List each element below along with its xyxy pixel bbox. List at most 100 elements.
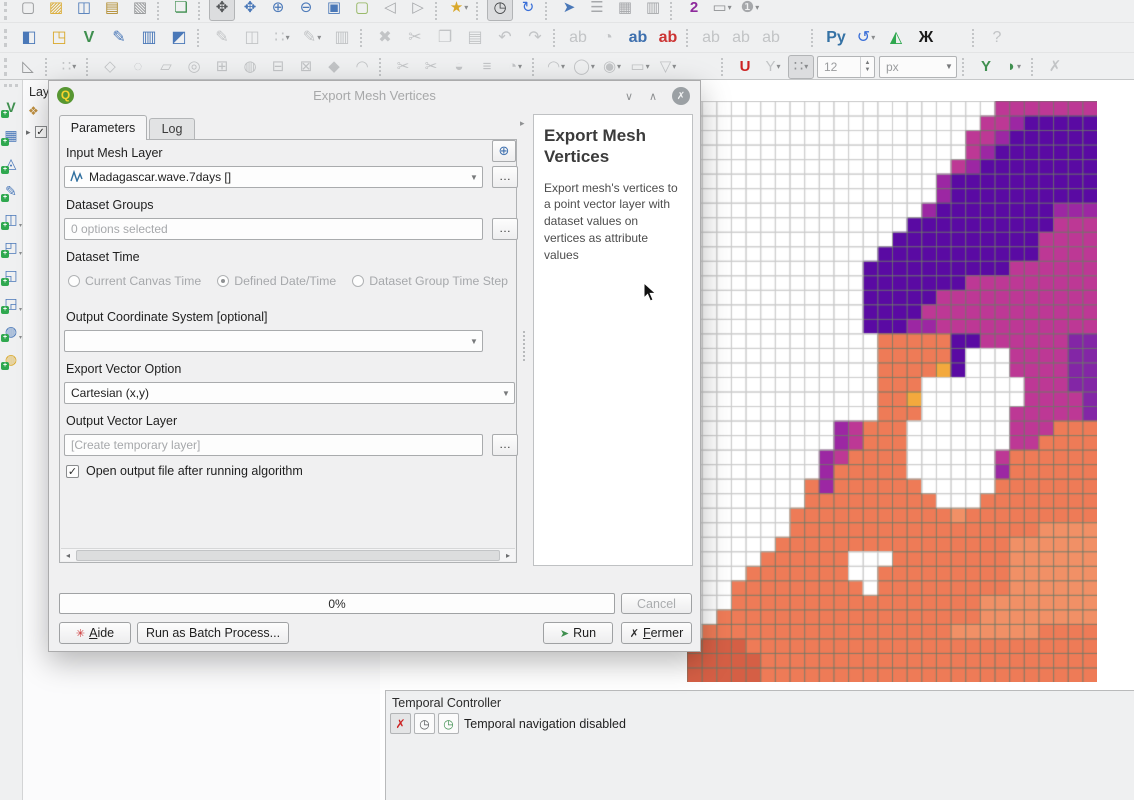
add-postgis-layer[interactable]: ◫+▾ (1, 207, 21, 231)
open-field-calculator[interactable]: ▥ (640, 0, 666, 21)
help-button[interactable]: ✳ Aide (59, 622, 131, 644)
run-button[interactable]: ➤ Run (543, 622, 613, 644)
layers-filter-icon[interactable]: ❖ (28, 104, 39, 118)
toolbar-grip[interactable] (4, 58, 11, 76)
temporal-navigation-off[interactable]: ✗ (390, 713, 411, 734)
dataset-groups-field[interactable]: 0 options selected (64, 218, 483, 240)
toolbar-grip[interactable] (4, 29, 11, 47)
new-virtual-layer[interactable]: ◩ (165, 25, 193, 51)
scrollbar-thumb[interactable] (76, 550, 500, 561)
splitter-handle[interactable] (523, 331, 527, 361)
spinner-arrows-icon[interactable]: ▲▼ (860, 57, 874, 77)
run-as-batch-button[interactable]: Run as Batch Process... (137, 622, 289, 644)
zoom-next[interactable]: ▷ (405, 0, 431, 21)
pin-labels[interactable]: ab (624, 25, 652, 51)
radio-defined-date-time: Defined Date/Time (217, 274, 336, 288)
statistical-summary[interactable]: ☰ (584, 0, 610, 21)
project-open[interactable]: ▨ (43, 0, 69, 21)
delete-part: ⊠ (293, 55, 319, 79)
new-geopackage-layer[interactable]: ◳ (45, 25, 73, 51)
export-vector-option-combo[interactable]: Cartesian (x,y) ▼ (64, 382, 515, 404)
close-window-button[interactable]: ✗ (672, 87, 690, 105)
add-raster-layer[interactable]: ▦+ (1, 123, 21, 147)
tree-expander-icon[interactable]: ▸ (26, 127, 31, 138)
temporal-animated[interactable]: ◷ (438, 713, 459, 734)
identify-features[interactable]: ➤ (556, 0, 582, 21)
temporal-fixed-range-icon: ◷ (419, 717, 429, 731)
snap-unit-combo[interactable]: px▼ (879, 56, 957, 78)
add-wms-layer[interactable]: ◍+▾ (1, 319, 21, 343)
add-mesh-layer[interactable]: ◬+ (1, 151, 21, 175)
output-crs-combo[interactable]: ▼ (64, 330, 483, 352)
tab-log[interactable]: Log (149, 118, 195, 140)
help-panel-collapse-arrow[interactable]: ▸ (520, 118, 525, 129)
chevron-down-icon: ▼ (942, 62, 956, 71)
open-data-source-manager[interactable]: ◧ (15, 25, 43, 51)
map-tips[interactable]: ❶▾ (737, 0, 763, 21)
enable-snapping[interactable]: U (732, 55, 758, 79)
processing-history[interactable]: ↺▾ (852, 25, 880, 51)
export-vector-option-value: Cartesian (x,y) (65, 386, 498, 400)
refresh-map[interactable]: ↻ (515, 0, 541, 21)
add-oracle-layer[interactable]: ◲+▾ (1, 291, 21, 315)
zoom-out[interactable]: ⊖ (293, 0, 319, 21)
pan-map[interactable]: ✥ (209, 0, 235, 21)
pan-to-selection[interactable]: ✥ (237, 0, 263, 21)
decorations[interactable]: 2 (681, 0, 707, 21)
add-xyz-layer[interactable]: ◍+ (1, 347, 21, 371)
tab-parameters[interactable]: Parameters (59, 115, 147, 140)
add-plus-badge-icon: + (1, 306, 9, 314)
first-aid-debug[interactable]: Ж (912, 25, 940, 51)
topological-editing[interactable]: Y (973, 55, 999, 79)
snap-tolerance-spin[interactable]: 12▲▼ (817, 56, 875, 78)
add-delimited-text-layer[interactable]: ✎+ (1, 179, 21, 203)
dialog-titlebar[interactable]: Q Export Mesh Vertices ∨ ∧ ✗ (49, 81, 700, 111)
new-spatialite-layer[interactable]: ✎ (105, 25, 133, 51)
new-spatial-bookmark[interactable]: ★▾ (446, 0, 472, 21)
add-vector-layer[interactable]: V+ (1, 95, 21, 119)
project-save[interactable]: ◫ (71, 0, 97, 21)
tracing-options[interactable]: ∷▾ (788, 55, 814, 79)
add-spatialite-layer[interactable]: ◰+▾ (1, 235, 21, 259)
new-shapefile-layer[interactable]: V (75, 25, 103, 51)
measure-line[interactable]: ▭▾ (709, 0, 735, 21)
toolbar-separator (197, 29, 204, 47)
cad-tools[interactable]: ◺ (15, 55, 41, 79)
horizontal-scrollbar[interactable]: ◂ ▸ (61, 548, 515, 561)
input-mesh-layer-browse-button[interactable]: … (492, 166, 518, 188)
show-attribute-table[interactable]: ▦ (612, 0, 638, 21)
python-console[interactable]: Py (822, 25, 850, 51)
output-vector-layer-field[interactable]: [Create temporary layer] (64, 434, 483, 456)
toolbar-grip[interactable] (4, 2, 11, 20)
open-output-file-checkbox[interactable]: ✓ (66, 465, 79, 478)
pin-labels-icon: ab (629, 30, 648, 46)
temporal-controller-panel[interactable]: ◷ (487, 0, 513, 21)
avoid-overlap[interactable]: ◗▾ (1001, 55, 1027, 79)
style-manager[interactable]: ❏ (168, 0, 194, 21)
layer-visibility-checkbox[interactable]: ✓ (35, 126, 47, 138)
zoom-last[interactable]: ◁ (377, 0, 403, 21)
zoom-to-selection[interactable]: ▢ (349, 0, 375, 21)
temporal-fixed-range[interactable]: ◷ (414, 713, 435, 734)
saga-next-gen[interactable]: ◭ (882, 25, 910, 51)
highlight-pinned-labels-icon: ab (659, 30, 678, 46)
layers-tree-row[interactable]: ▸ ✓ (26, 126, 47, 138)
scroll-left-arrow-icon[interactable]: ◂ (61, 551, 75, 560)
highlight-pinned-labels[interactable]: ab (654, 25, 682, 51)
close-button[interactable]: ✗ Fermer (621, 622, 692, 644)
new-temporary-scratch-layer[interactable]: ▥ (135, 25, 163, 51)
unshade-window-button[interactable]: ∧ (644, 87, 662, 105)
select-crs-button[interactable]: ⊕ (492, 140, 516, 162)
zoom-full[interactable]: ▣ (321, 0, 347, 21)
new-print-layout[interactable]: ▤ (99, 0, 125, 21)
zoom-in[interactable]: ⊕ (265, 0, 291, 21)
add-mssql-layer[interactable]: ◱+ (1, 263, 21, 287)
toolbar-separator (476, 2, 483, 20)
shade-window-button[interactable]: ∨ (620, 87, 638, 105)
output-vector-layer-browse-button[interactable]: … (492, 434, 518, 456)
show-layout-manager[interactable]: ▧ (127, 0, 153, 21)
dataset-groups-browse-button[interactable]: … (492, 218, 518, 240)
input-mesh-layer-combo[interactable]: Madagascar.wave.7days [] ▼ (64, 166, 483, 188)
scroll-right-arrow-icon[interactable]: ▸ (501, 551, 515, 560)
project-new[interactable]: ▢ (15, 0, 41, 21)
